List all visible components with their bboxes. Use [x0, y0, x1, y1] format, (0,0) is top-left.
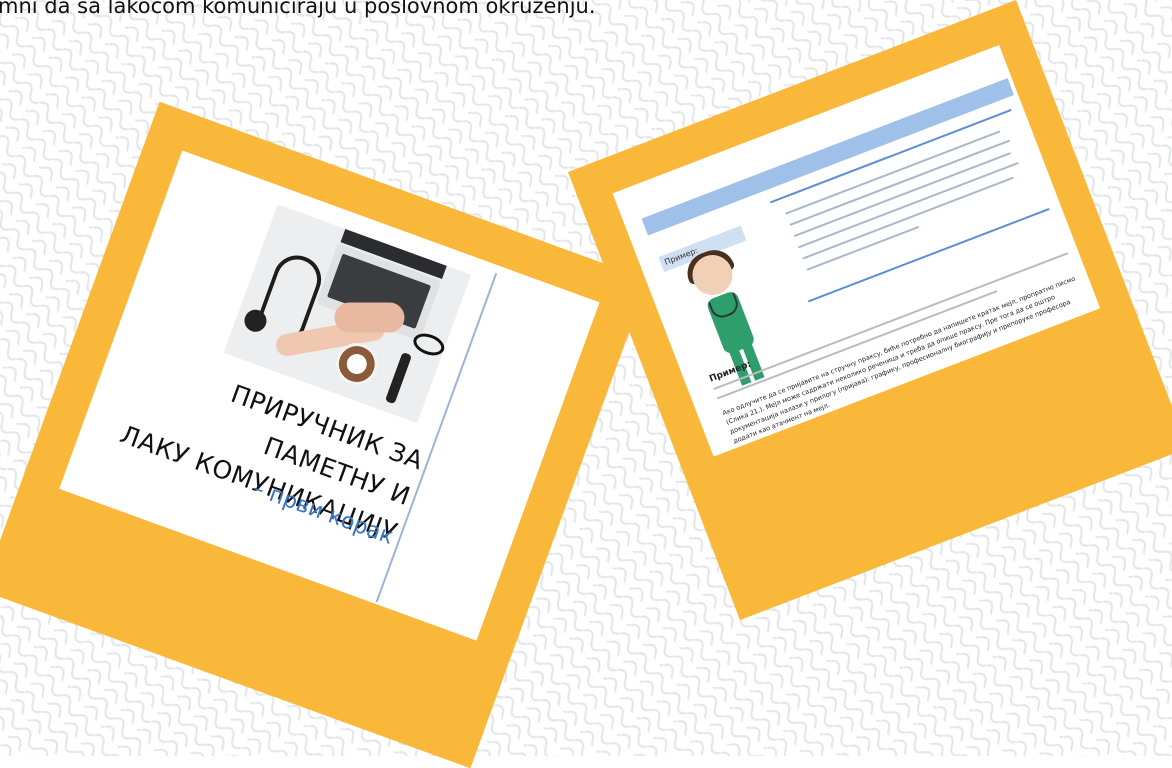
hand	[334, 302, 405, 333]
stethoscope-icon	[257, 248, 328, 335]
example-text-box	[769, 109, 1050, 303]
intro-text: mni da sa lakoćom komuniciraju u poslovn…	[0, 0, 596, 18]
watch-icon	[384, 351, 413, 405]
